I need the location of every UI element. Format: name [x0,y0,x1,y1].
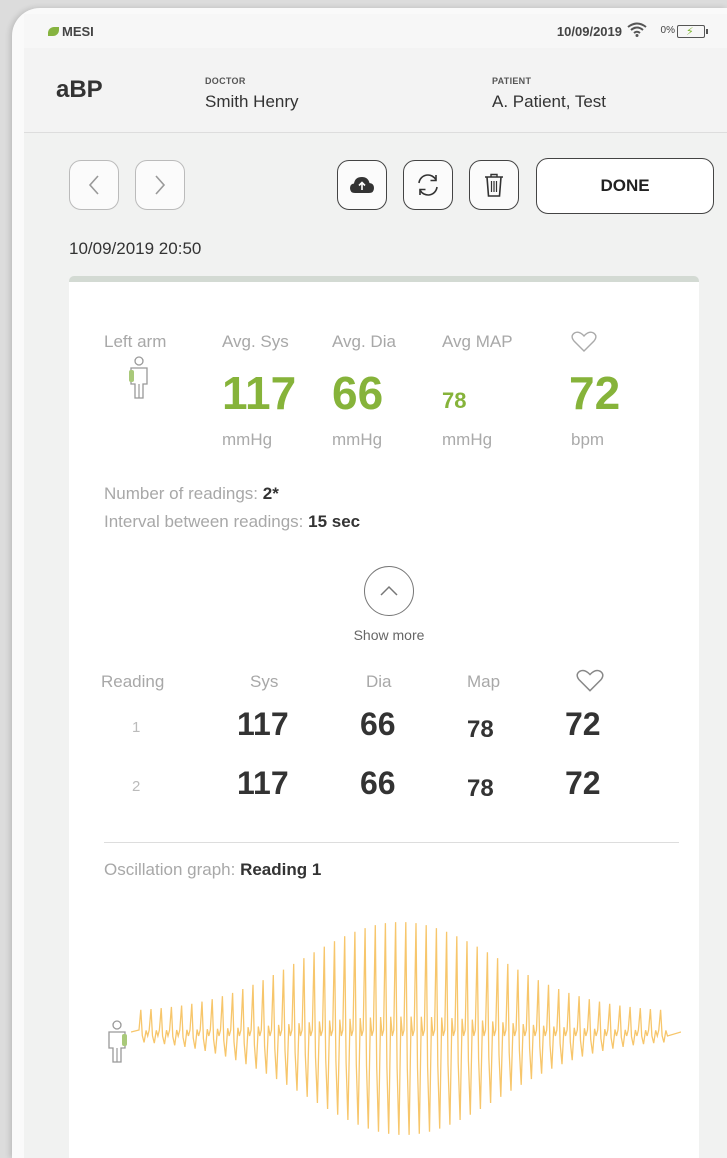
col-header-reading: Reading [101,672,165,691]
heart-icon [571,331,597,352]
measurement-timestamp: 10/09/2019 20:50 [69,239,202,258]
dia-unit: mmHg [332,430,383,449]
chevron-right-icon [155,175,166,195]
reading-interval-label: Interval between readings: [104,512,309,531]
avg-dia-value: 66 [332,367,384,419]
patient-name: A. Patient, Test [492,92,607,111]
row-sys: 117 [237,706,289,742]
reading-interval-value: 15 sec [308,512,361,531]
trash-icon [485,173,503,197]
oscillation-reading: Reading 1 [240,860,322,879]
doctor-name: Smith Henry [205,92,299,111]
avg-sys-value: 117 [222,367,297,419]
patient-figure-icon [129,356,148,399]
delete-button[interactable] [469,160,519,210]
leaf-icon [48,27,59,36]
col-header-sys: Sys [250,672,279,691]
oscillation-graph [131,922,681,1135]
map-unit: mmHg [442,430,493,449]
avg-map-value: 78 [442,388,467,413]
row-dia: 66 [360,706,396,742]
done-button[interactable]: DONE [536,158,714,214]
upload-button[interactable] [337,160,387,210]
row-pulse: 72 [565,765,601,801]
wifi-icon [627,22,647,40]
chevron-up-icon [380,585,398,596]
mesi-logo: MESI [48,24,94,39]
patient-label: PATIENT [492,76,532,86]
readings-count-value: 2* [262,484,279,503]
reading-interval: Interval between readings: 15 sec [104,512,360,532]
oscillation-title: Oscillation graph: Reading 1 [104,860,321,880]
oscillation-label: Oscillation graph: [104,860,241,879]
section-divider [104,842,679,843]
patient-figure-small-icon [108,1020,127,1063]
pulse-value: 72 [569,367,621,419]
app-screen: MESI 10/09/2019 0% ⚡ aBP DOCTOR Smith He… [24,14,727,1158]
tablet-frame: MESI 10/09/2019 0% ⚡ aBP DOCTOR Smith He… [12,8,727,1158]
avg-dia-label: Avg. Dia [332,332,396,351]
next-button[interactable] [135,160,185,210]
row-sys: 117 [237,765,289,801]
arm-label: Left arm [104,332,167,351]
sync-button[interactable] [403,160,453,210]
row-pulse: 72 [565,706,601,742]
battery-percent: 0% [660,25,675,36]
doctor-label: DOCTOR [205,76,246,86]
avg-map-label: Avg MAP [442,332,513,351]
status-bar: MESI 10/09/2019 0% ⚡ [24,14,727,48]
brand-name: MESI [62,24,94,39]
avg-sys-label: Avg. Sys [222,332,289,351]
result-card: Left arm Avg. Sys Avg. Dia Avg MAP 117 6… [69,276,699,1158]
row-map: 78 [467,775,494,802]
row-number: 1 [132,719,141,736]
readings-count-label: Number of readings: [104,484,263,503]
app-header: aBP DOCTOR Smith Henry PATIENT A. Patien… [24,48,727,133]
row-number: 2 [132,778,141,795]
col-header-map: Map [467,672,501,691]
battery-icon: ⚡ [677,25,708,38]
pulse-unit: bpm [571,430,605,449]
cloud-upload-icon [350,177,374,193]
app-title: aBP [56,76,103,103]
show-more-label[interactable]: Show more [324,627,454,643]
oscillation-waveform [131,922,681,1135]
previous-button[interactable] [69,160,119,210]
pulse-column-heart-icon [576,669,604,692]
show-more-button[interactable] [364,566,414,616]
readings-count: Number of readings: 2* [104,484,279,504]
sync-icon [418,174,438,196]
chevron-left-icon [88,175,99,195]
row-dia: 66 [360,765,396,801]
status-date: 10/09/2019 [556,24,622,39]
col-header-dia: Dia [366,672,392,691]
row-map: 78 [467,716,494,743]
sys-unit: mmHg [222,430,273,449]
